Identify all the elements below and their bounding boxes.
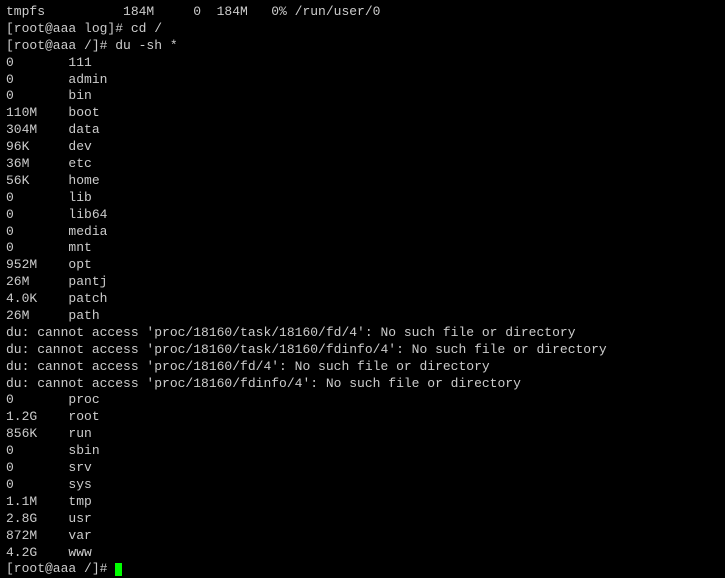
du-error-line: du: cannot access 'proc/18160/task/18160… xyxy=(6,342,719,359)
du-output-line: 1.2G root xyxy=(6,409,719,426)
du-output-line: 0 srv xyxy=(6,460,719,477)
du-output-line: 26M pantj xyxy=(6,274,719,291)
cursor-icon xyxy=(115,563,122,576)
prompt-line: [root@aaa log]# cd / xyxy=(6,21,719,38)
du-output-line: 0 mnt xyxy=(6,240,719,257)
du-output-line: 0 111 xyxy=(6,55,719,72)
prompt-line[interactable]: [root@aaa /]# xyxy=(6,561,719,578)
partial-output-line: tmpfs 184M 0 184M 0% /run/user/0 xyxy=(6,4,719,21)
du-output-line: 952M opt xyxy=(6,257,719,274)
du-output-line: 872M var xyxy=(6,528,719,545)
du-output-line: 0 media xyxy=(6,224,719,241)
du-output-line: 856K run xyxy=(6,426,719,443)
du-output-line: 56K home xyxy=(6,173,719,190)
du-error-line: du: cannot access 'proc/18160/fd/4': No … xyxy=(6,359,719,376)
du-output-line: 0 lib64 xyxy=(6,207,719,224)
du-output-line: 0 sys xyxy=(6,477,719,494)
du-error-line: du: cannot access 'proc/18160/fdinfo/4':… xyxy=(6,376,719,393)
du-output-line: 2.8G usr xyxy=(6,511,719,528)
du-output-line: 1.1M tmp xyxy=(6,494,719,511)
du-output-line: 26M path xyxy=(6,308,719,325)
du-output-line: 304M data xyxy=(6,122,719,139)
du-output-line: 0 sbin xyxy=(6,443,719,460)
du-output-line: 0 proc xyxy=(6,392,719,409)
du-output-line: 0 bin xyxy=(6,88,719,105)
du-output-line: 0 admin xyxy=(6,72,719,89)
du-output-line: 36M etc xyxy=(6,156,719,173)
du-error-line: du: cannot access 'proc/18160/task/18160… xyxy=(6,325,719,342)
du-output-line: 96K dev xyxy=(6,139,719,156)
du-output-line: 4.0K patch xyxy=(6,291,719,308)
prompt-line: [root@aaa /]# du -sh * xyxy=(6,38,719,55)
du-output-line: 0 lib xyxy=(6,190,719,207)
terminal-output[interactable]: tmpfs 184M 0 184M 0% /run/user/0[root@aa… xyxy=(6,4,719,578)
du-output-line: 110M boot xyxy=(6,105,719,122)
du-output-line: 4.2G www xyxy=(6,545,719,562)
prompt-text: [root@aaa /]# xyxy=(6,561,115,576)
